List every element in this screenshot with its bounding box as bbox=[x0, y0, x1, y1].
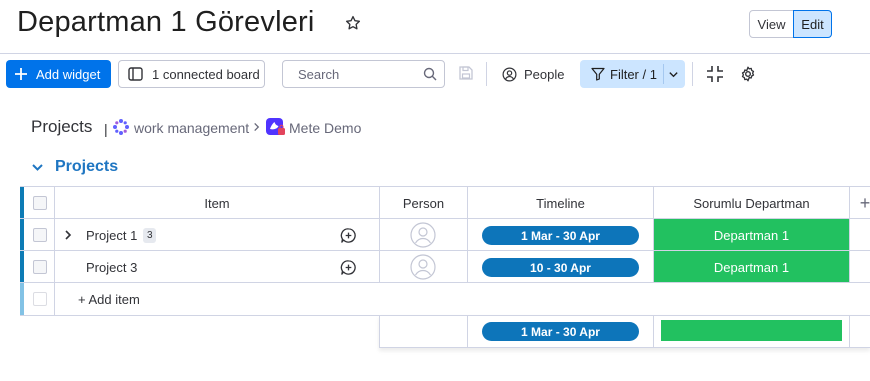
empty-avatar-icon bbox=[410, 222, 436, 248]
column-divider bbox=[467, 315, 468, 348]
add-widget-button[interactable]: Add widget bbox=[6, 60, 111, 88]
group-color-bar bbox=[20, 283, 24, 315]
filter-divider bbox=[663, 64, 664, 84]
group-color-bar bbox=[20, 187, 24, 219]
toolbar-divider bbox=[692, 62, 693, 86]
view-edit-toggle: View Edit bbox=[749, 10, 832, 38]
summary-timeline-pill[interactable]: 1 Mar - 30 Apr bbox=[482, 322, 639, 341]
add-update-icon[interactable] bbox=[340, 259, 357, 276]
connected-board-label: 1 connected board bbox=[152, 66, 260, 82]
column-divider bbox=[54, 219, 55, 251]
column-header-person[interactable]: Person bbox=[380, 187, 467, 219]
column-divider bbox=[653, 315, 654, 348]
add-widget-label: Add widget bbox=[36, 66, 101, 82]
breadcrumb-separator: | bbox=[104, 121, 108, 137]
collapse-icon[interactable] bbox=[706, 65, 724, 83]
column-divider bbox=[54, 283, 55, 315]
gear-icon[interactable] bbox=[740, 66, 756, 82]
toolbar-divider bbox=[486, 62, 487, 86]
person-cell[interactable] bbox=[380, 251, 467, 283]
department-status[interactable]: Departman 1 bbox=[654, 219, 849, 251]
timeline-pill[interactable]: 10 - 30 Apr bbox=[482, 258, 639, 277]
view-button[interactable]: View bbox=[749, 10, 794, 38]
edit-button[interactable]: Edit bbox=[793, 10, 832, 38]
group-title[interactable]: Projects bbox=[55, 158, 118, 176]
connected-board-button[interactable]: 1 connected board bbox=[118, 60, 265, 88]
department-status[interactable]: Departman 1 bbox=[654, 251, 849, 283]
person-icon bbox=[502, 67, 517, 81]
subitems-count-badge[interactable]: 3 bbox=[143, 227, 157, 243]
column-header-department[interactable]: Sorumlu Departman bbox=[654, 187, 849, 219]
add-item-button[interactable]: + Add item bbox=[78, 283, 140, 315]
timeline-pill[interactable]: 1 Mar - 30 Apr bbox=[482, 226, 639, 245]
item-name-text: Project 1 bbox=[86, 227, 138, 243]
summary-department-bar[interactable] bbox=[661, 320, 842, 341]
item-name[interactable]: Project 3 bbox=[86, 251, 137, 283]
add-item-checkbox bbox=[33, 292, 47, 306]
table-row: Project 3 10 - 30 Apr Departman 1 bbox=[20, 250, 870, 283]
chevron-down-icon[interactable] bbox=[668, 69, 679, 80]
breadcrumb-workspace[interactable]: work management bbox=[134, 120, 249, 136]
item-name[interactable]: Project 1 3 bbox=[86, 219, 157, 251]
header-divider bbox=[0, 53, 870, 54]
row-checkbox[interactable] bbox=[33, 228, 47, 242]
star-icon[interactable] bbox=[344, 14, 362, 32]
board-owner-icon bbox=[266, 118, 285, 135]
page-title: Departman 1 Görevleri bbox=[17, 6, 315, 38]
save-icon[interactable] bbox=[458, 65, 474, 81]
column-divider bbox=[849, 315, 850, 348]
breadcrumb-board[interactable]: Mete Demo bbox=[289, 120, 361, 136]
column-divider bbox=[849, 219, 850, 251]
select-all-checkbox[interactable] bbox=[33, 196, 47, 210]
filter-label: Filter / 1 bbox=[610, 66, 657, 82]
filter-button[interactable]: Filter / 1 bbox=[580, 60, 685, 88]
column-divider bbox=[54, 251, 55, 283]
breadcrumb-title: Projects bbox=[31, 117, 93, 136]
column-divider bbox=[467, 219, 468, 251]
group-color-bar bbox=[20, 251, 24, 283]
table-row: Project 1 3 1 Mar - 30 Apr Departman 1 bbox=[20, 218, 870, 251]
expand-subitems-icon[interactable] bbox=[63, 230, 73, 240]
work-management-icon bbox=[113, 119, 129, 135]
chevron-down-icon[interactable] bbox=[31, 161, 44, 174]
search-input[interactable]: Search bbox=[282, 60, 445, 88]
board-icon bbox=[128, 67, 143, 81]
plus-icon bbox=[15, 68, 27, 80]
search-placeholder: Search bbox=[298, 66, 340, 82]
add-update-icon[interactable] bbox=[340, 227, 357, 244]
table-header-row: Item Person Timeline Sorumlu Departman + bbox=[20, 186, 870, 219]
people-filter-button[interactable]: People bbox=[496, 60, 570, 88]
empty-avatar-icon bbox=[410, 254, 436, 280]
search-icon bbox=[423, 67, 437, 81]
add-item-row: + Add item bbox=[20, 282, 870, 316]
column-divider bbox=[849, 251, 850, 283]
group-color-bar bbox=[20, 219, 24, 251]
add-column-button[interactable]: + bbox=[850, 187, 870, 219]
summary-row: 1 Mar - 30 Apr bbox=[379, 315, 870, 348]
column-header-item[interactable]: Item bbox=[55, 187, 379, 219]
column-divider bbox=[467, 251, 468, 283]
column-header-timeline[interactable]: Timeline bbox=[468, 187, 653, 219]
chevron-right-icon bbox=[254, 122, 260, 132]
item-name-text: Project 3 bbox=[86, 259, 138, 275]
filter-icon bbox=[591, 67, 605, 81]
row-checkbox[interactable] bbox=[33, 260, 47, 274]
person-cell[interactable] bbox=[380, 219, 467, 251]
people-label: People bbox=[524, 66, 565, 82]
